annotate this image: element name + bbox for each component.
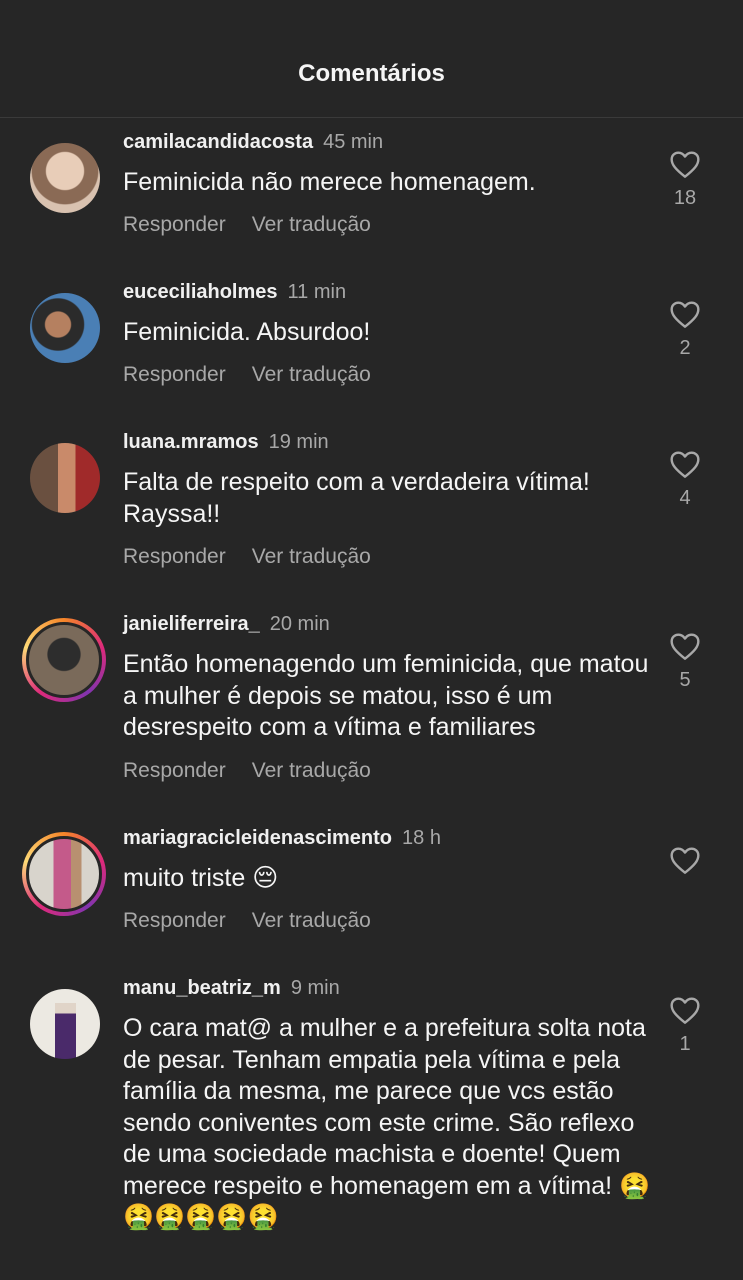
comment-username[interactable]: euceciliaholmes — [123, 281, 278, 303]
reply-button[interactable]: Responder — [123, 909, 226, 932]
comment-time: 20 min — [269, 613, 330, 635]
comments-header: Comentários — [0, 0, 743, 118]
heart-icon[interactable] — [669, 149, 701, 179]
like-count: 18 — [673, 187, 697, 209]
reply-button[interactable]: Responder — [123, 213, 226, 236]
comment-time: 45 min — [323, 131, 384, 153]
comment-text: muito triste 😔 — [123, 864, 279, 892]
reply-button[interactable]: Responder — [123, 759, 226, 782]
heart-icon[interactable] — [669, 631, 701, 661]
comment-username[interactable]: camilacandidacosta — [123, 131, 313, 153]
translate-button[interactable]: Ver tradução — [252, 759, 371, 782]
page-title: Comentários — [298, 60, 445, 87]
translate-button[interactable]: Ver tradução — [252, 545, 371, 568]
comment-text: Feminicida não merece homenagem. — [123, 168, 536, 196]
avatar[interactable] — [30, 443, 100, 513]
comment-text: O cara mat@ a mulher e a prefeitura solt… — [123, 1014, 651, 1231]
translate-button[interactable]: Ver tradução — [252, 213, 371, 236]
avatar[interactable] — [30, 143, 100, 213]
comment-text: Falta de respeito com a verdadeira vítim… — [123, 468, 590, 528]
comment-time: 9 min — [290, 977, 340, 999]
translate-button[interactable]: Ver tradução — [252, 909, 371, 932]
avatar[interactable] — [30, 293, 100, 363]
reply-button[interactable]: Responder — [123, 545, 226, 568]
comment-time: 11 min — [287, 281, 347, 303]
heart-icon[interactable] — [669, 845, 701, 875]
comment-username[interactable]: mariagracicleidenascimento — [123, 827, 392, 849]
avatar-story-ring[interactable] — [22, 832, 106, 916]
like-count: 5 — [679, 669, 691, 691]
comment-time: 19 min — [268, 431, 329, 453]
like-count: 2 — [679, 337, 691, 359]
comment-username[interactable]: manu_beatriz_m — [123, 977, 281, 999]
translate-button[interactable]: Ver tradução — [252, 363, 371, 386]
avatar[interactable] — [30, 989, 100, 1059]
avatar-story-ring[interactable] — [22, 618, 106, 702]
comment-text: Feminicida. Absurdoo! — [123, 318, 371, 346]
comment-time: 18 h — [402, 827, 441, 849]
comment-username[interactable]: janieliferreira_ — [123, 613, 260, 635]
reply-button[interactable]: Responder — [123, 363, 226, 386]
like-count: 4 — [679, 487, 691, 509]
heart-icon[interactable] — [669, 449, 701, 479]
comment-username[interactable]: luana.mramos — [123, 431, 259, 453]
comment-text: Então homenagendo um feminicida, que mat… — [123, 650, 649, 741]
like-count: 1 — [679, 1033, 691, 1055]
heart-icon[interactable] — [669, 299, 701, 329]
heart-icon[interactable] — [669, 995, 701, 1025]
